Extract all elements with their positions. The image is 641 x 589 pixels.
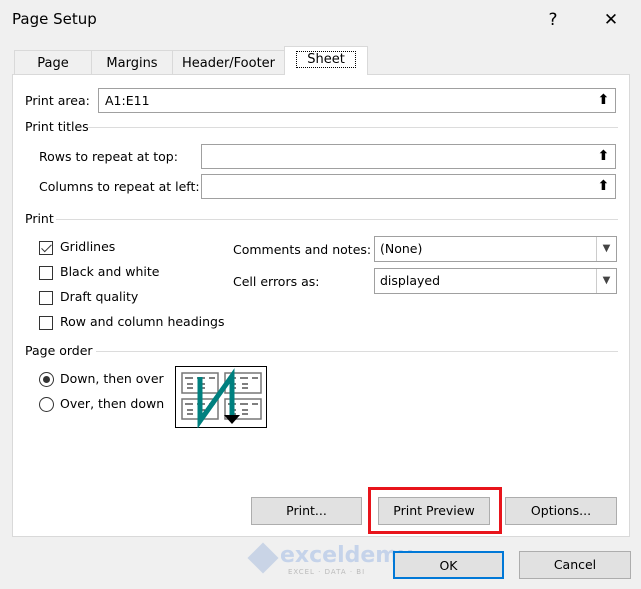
checkbox-icon [39, 240, 53, 255]
page-order-preview-icon [175, 366, 267, 428]
print-heading: Print [25, 211, 54, 226]
watermark-tagline: EXCEL · DATA · BI [288, 568, 366, 576]
print-preview-button[interactable]: Print Preview [378, 497, 490, 525]
divider [88, 127, 618, 128]
help-button[interactable]: ? [538, 6, 568, 34]
tab-margins[interactable]: Margins [91, 50, 173, 75]
close-button[interactable]: ✕ [596, 6, 626, 34]
checkbox-label: Black and white [60, 264, 160, 279]
over-then-down-radio[interactable]: Over, then down [39, 396, 164, 412]
options-button[interactable]: Options... [505, 497, 617, 525]
radio-icon [39, 372, 54, 387]
collapse-dialog-icon[interactable]: ⬆ [591, 145, 615, 168]
dialog-title: Page Setup [12, 10, 97, 28]
tab-sheet-label: Sheet [296, 51, 356, 68]
rows-repeat-input[interactable]: ⬆ [201, 144, 616, 169]
chevron-down-icon: ▼ [596, 269, 616, 293]
tab-page[interactable]: Page [14, 50, 92, 75]
black-white-checkbox[interactable]: Black and white [39, 264, 160, 280]
checkbox-icon [39, 315, 53, 330]
print-area-label: Print area: [25, 93, 90, 108]
print-button[interactable]: Print... [251, 497, 362, 525]
divider [56, 219, 618, 220]
draft-quality-checkbox[interactable]: Draft quality [39, 289, 138, 305]
cols-repeat-input[interactable]: ⬆ [201, 174, 616, 199]
checkbox-icon [39, 290, 53, 305]
comments-select[interactable]: (None) ▼ [374, 236, 617, 262]
radio-label: Down, then over [60, 371, 164, 386]
cell-errors-select[interactable]: displayed ▼ [374, 268, 617, 294]
comments-label: Comments and notes: [233, 242, 372, 257]
comments-value: (None) [380, 241, 423, 256]
checkbox-icon [39, 265, 53, 280]
print-area-input[interactable]: A1:E11 ⬆ [98, 88, 616, 113]
tab-header-footer[interactable]: Header/Footer [172, 50, 285, 75]
checkbox-label: Gridlines [60, 239, 116, 254]
down-then-over-radio[interactable]: Down, then over [39, 371, 164, 387]
collapse-dialog-icon[interactable]: ⬆ [591, 89, 615, 112]
chevron-down-icon: ▼ [596, 237, 616, 261]
ok-button[interactable]: OK [393, 551, 504, 579]
checkbox-label: Row and column headings [60, 314, 225, 329]
gridlines-checkbox[interactable]: Gridlines [39, 239, 115, 255]
print-area-value: A1:E11 [105, 93, 150, 108]
cols-repeat-label: Columns to repeat at left: [39, 179, 200, 194]
checkbox-label: Draft quality [60, 289, 139, 304]
rows-repeat-label: Rows to repeat at top: [39, 149, 178, 164]
cancel-button[interactable]: Cancel [519, 551, 631, 579]
print-titles-heading: Print titles [25, 119, 89, 134]
page-order-heading: Page order [25, 343, 93, 358]
watermark-logo: exceldemy EXCEL · DATA · BI [247, 542, 413, 576]
tab-sheet[interactable]: Sheet [284, 46, 368, 75]
divider [96, 351, 618, 352]
radio-label: Over, then down [60, 396, 165, 411]
cell-errors-label: Cell errors as: [233, 274, 320, 289]
row-col-headings-checkbox[interactable]: Row and column headings [39, 314, 225, 330]
cell-errors-value: displayed [380, 273, 441, 288]
radio-icon [39, 397, 54, 412]
collapse-dialog-icon[interactable]: ⬆ [591, 175, 615, 198]
